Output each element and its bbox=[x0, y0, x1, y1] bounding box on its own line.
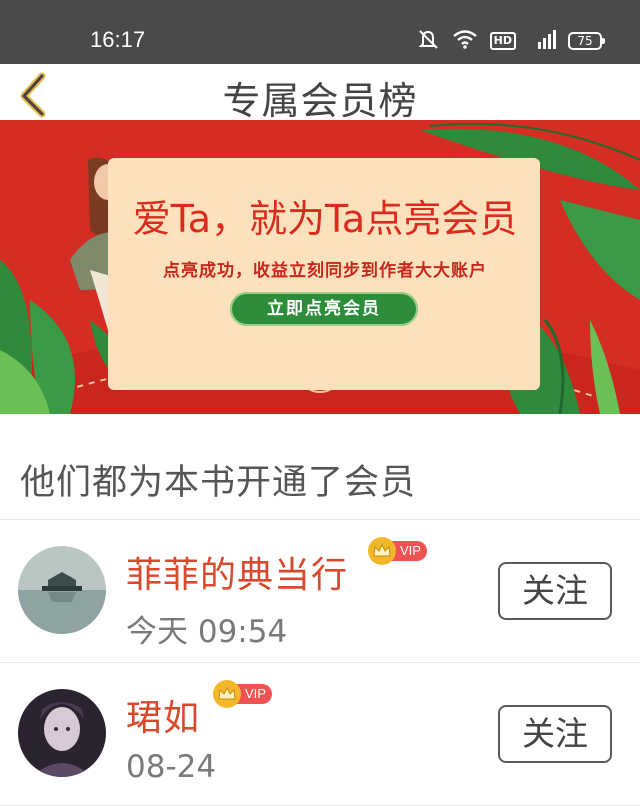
member-name[interactable]: 珺如 bbox=[126, 689, 200, 741]
section-title: 他们都为本书开通了会员 bbox=[20, 463, 417, 503]
activate-membership-button[interactable]: 立即点亮会员 bbox=[230, 292, 418, 326]
section-header: 他们都为本书开通了会员 bbox=[0, 414, 640, 520]
hd-badge: HD bbox=[489, 32, 516, 50]
avatar[interactable] bbox=[18, 689, 106, 777]
wifi-icon bbox=[452, 29, 478, 53]
status-time: 16:17 bbox=[90, 27, 146, 52]
follow-button[interactable]: 关注 bbox=[498, 562, 612, 620]
nav-bar: 专属会员榜 bbox=[0, 64, 640, 123]
member-date: 今天 09:54 bbox=[126, 614, 288, 650]
banner-headline: 爱Ta，就为Ta点亮会员 bbox=[132, 197, 518, 241]
member-name[interactable]: 菲菲的典当行 bbox=[126, 546, 348, 598]
promo-banner[interactable]: 爱Ta，就为Ta点亮会员 点亮成功，收益立刻同步到作者大大账户 立即点亮会员 bbox=[0, 120, 640, 414]
member-date: 08-24 bbox=[126, 749, 217, 785]
page-title: 专属会员榜 bbox=[222, 79, 418, 123]
signal-icon bbox=[528, 28, 556, 54]
crown-icon bbox=[213, 680, 241, 708]
vip-badge: VIP bbox=[368, 536, 427, 566]
status-icons: HD 75 bbox=[416, 28, 605, 54]
crown-icon bbox=[368, 537, 396, 565]
member-row[interactable]: 菲菲的典当行 VIP 今天 09:54 关注 bbox=[0, 520, 640, 663]
member-row[interactable]: 珺如 VIP 08-24 关注 bbox=[0, 663, 640, 806]
vip-badge: VIP bbox=[213, 679, 272, 709]
mute-bell-icon bbox=[416, 28, 440, 54]
status-bar: 16:17 HD 75 bbox=[0, 0, 640, 64]
battery-indicator: 75 bbox=[568, 32, 605, 50]
avatar[interactable] bbox=[18, 546, 106, 634]
banner-subtitle: 点亮成功，收益立刻同步到作者大大账户 bbox=[163, 261, 487, 281]
follow-button[interactable]: 关注 bbox=[498, 705, 612, 763]
